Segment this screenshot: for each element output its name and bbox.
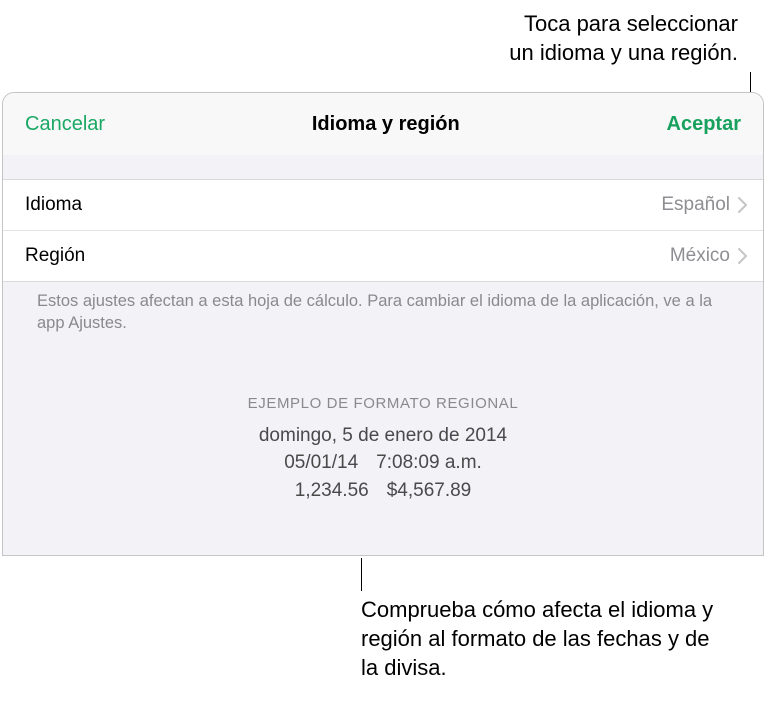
row-region-label: Región — [25, 245, 85, 267]
row-language-value: Español — [661, 194, 730, 216]
row-region[interactable]: Región México — [3, 230, 763, 281]
example-number: 1,234.56 — [295, 477, 369, 505]
row-language[interactable]: Idioma Español — [3, 180, 763, 230]
leader-line — [361, 558, 362, 591]
row-region-value: México — [670, 245, 730, 267]
accept-button[interactable]: Aceptar — [667, 113, 741, 136]
row-language-label: Idioma — [25, 194, 82, 216]
chevron-right-icon — [738, 197, 747, 213]
callout-bottom: Comprueba cómo afecta el idioma y región… — [361, 595, 731, 682]
example-long-date: domingo, 5 de enero de 2014 — [3, 422, 763, 450]
settings-group: Idioma Español Región México — [3, 179, 763, 282]
regional-format-example: EJEMPLO DE FORMATO REGIONAL domingo, 5 d… — [3, 395, 763, 505]
callout-top: Toca para seleccionar un idioma y una re… — [509, 10, 738, 67]
sheet-header: Cancelar Idioma y región Aceptar — [3, 93, 763, 155]
settings-footer-note: Estos ajustes afectan a esta hoja de cál… — [3, 282, 763, 335]
chevron-right-icon — [738, 248, 747, 264]
cancel-button[interactable]: Cancelar — [25, 113, 105, 136]
example-short-date: 05/01/14 — [284, 449, 358, 477]
example-title: EJEMPLO DE FORMATO REGIONAL — [3, 395, 763, 412]
sheet-title: Idioma y región — [312, 113, 460, 136]
language-region-sheet: Cancelar Idioma y región Aceptar Idioma … — [2, 92, 764, 556]
example-time: 7:08:09 a.m. — [376, 449, 482, 477]
example-currency: $4,567.89 — [387, 477, 472, 505]
